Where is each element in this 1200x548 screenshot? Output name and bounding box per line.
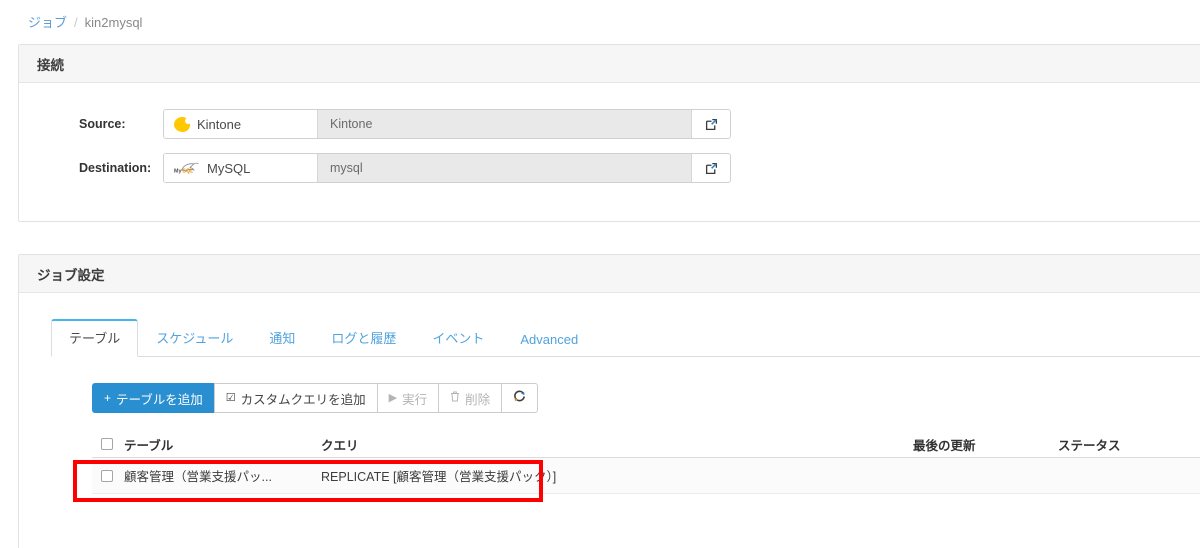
tab-advanced[interactable]: Advanced	[502, 323, 596, 357]
tab-events-label: イベント	[432, 331, 485, 346]
connection-panel-title: 接続	[37, 57, 64, 73]
play-icon: ▶	[388, 391, 398, 404]
page-root: ジョブ / kin2mysql 接続 Source: Kintone Kinto…	[0, 0, 1200, 548]
tables-grid-header: テーブル クエリ 最後の更新 ステータス	[92, 431, 1200, 458]
source-label: Source:	[79, 117, 126, 131]
connection-panel-header: 接続	[19, 45, 1200, 83]
source-connection-value: Kintone	[318, 110, 692, 138]
destination-open-button[interactable]	[692, 154, 730, 182]
refresh-button[interactable]	[501, 383, 539, 413]
tab-notifications-label: 通知	[269, 331, 296, 346]
tab-tables[interactable]: テーブル	[51, 319, 139, 357]
column-header-query[interactable]: クエリ	[321, 435, 913, 454]
job-settings-panel-title: ジョブ設定	[37, 267, 105, 283]
source-open-button[interactable]	[692, 110, 730, 138]
destination-type-selector[interactable]: My SQL MySQL	[164, 154, 318, 182]
svg-text:SQL: SQL	[182, 168, 194, 174]
cell-table-name: 顧客管理（営業支援パッ...	[124, 470, 272, 484]
source-field-group: Kintone Kintone	[163, 109, 731, 139]
source-type-selector[interactable]: Kintone	[164, 110, 318, 138]
job-settings-panel: ジョブ設定 テーブル スケジュール 通知 ログと履歴 イベント Advanced…	[18, 254, 1200, 548]
tab-tables-label: テーブル	[69, 331, 121, 346]
breadcrumb-current-job: kin2mysql	[84, 15, 143, 30]
table-toolbar: + テーブルを追加 ☑ カスタムクエリを追加 ▶ 実行 削除	[92, 383, 539, 413]
external-link-icon	[705, 118, 717, 130]
tab-schedule[interactable]: スケジュール	[138, 319, 251, 357]
tab-logs-history-label: ログと履歴	[331, 331, 397, 346]
destination-label: Destination:	[79, 161, 152, 175]
breadcrumb-separator: /	[74, 15, 78, 30]
tab-advanced-label: Advanced	[520, 332, 579, 347]
column-header-table[interactable]: テーブル	[124, 435, 321, 454]
trash-icon	[450, 391, 460, 405]
source-type-label: Kintone	[197, 116, 242, 132]
table-row[interactable]: 顧客管理（営業支援パッ... REPLICATE [顧客管理（営業支援パック）]	[92, 458, 1200, 494]
external-link-icon	[705, 162, 717, 174]
cell-query: REPLICATE [顧客管理（営業支援パック）]	[321, 470, 557, 484]
delete-button[interactable]: 削除	[438, 383, 502, 413]
tab-notifications[interactable]: 通知	[251, 319, 313, 357]
job-settings-tabs: テーブル スケジュール 通知 ログと履歴 イベント Advanced	[51, 319, 1200, 357]
tab-logs-history[interactable]: ログと履歴	[313, 319, 414, 357]
add-table-button[interactable]: + テーブルを追加	[92, 383, 214, 413]
add-table-button-label: テーブルを追加	[116, 392, 203, 407]
destination-field-group: My SQL MySQL mysql	[163, 153, 731, 183]
delete-button-label: 削除	[465, 392, 491, 407]
destination-type-label: MySQL	[207, 160, 251, 176]
job-settings-panel-body: テーブル スケジュール 通知 ログと履歴 イベント Advanced + テーブ…	[19, 319, 1200, 494]
tab-schedule-label: スケジュール	[156, 331, 234, 346]
column-header-last-updated[interactable]: 最後の更新	[913, 435, 1058, 454]
select-all-cell	[92, 438, 124, 450]
breadcrumb-link-jobs[interactable]: ジョブ	[28, 15, 67, 30]
connection-panel: 接続 Source: Kintone Kintone Destination: …	[18, 44, 1200, 222]
add-custom-query-button-label: カスタムクエリを追加	[240, 392, 366, 407]
row-select-checkbox[interactable]	[101, 469, 113, 482]
job-settings-panel-header: ジョブ設定	[19, 255, 1200, 293]
mysql-dolphin-icon: My SQL	[174, 161, 200, 176]
tab-events[interactable]: イベント	[414, 319, 502, 357]
kintone-logo-icon	[174, 116, 191, 132]
plus-icon: +	[104, 391, 112, 405]
add-custom-query-button[interactable]: ☑ カスタムクエリを追加	[213, 383, 377, 413]
destination-row: Destination: My SQL MySQL mysql	[19, 153, 1200, 183]
tables-grid: テーブル クエリ 最後の更新 ステータス 顧客管理（営業支援パッ... REPL…	[92, 431, 1200, 494]
source-row: Source: Kintone Kintone	[19, 109, 1200, 139]
refresh-icon	[513, 390, 526, 406]
run-button[interactable]: ▶ 実行	[376, 383, 439, 413]
run-button-label: 実行	[402, 392, 428, 407]
edit-square-icon: ☑	[225, 391, 236, 404]
breadcrumb: ジョブ / kin2mysql	[28, 15, 142, 31]
destination-connection-value: mysql	[318, 154, 692, 182]
column-header-status[interactable]: ステータス	[1058, 435, 1198, 454]
select-all-checkbox[interactable]	[101, 438, 113, 450]
row-select-cell	[92, 469, 124, 482]
connection-panel-body: Source: Kintone Kintone Destination: My …	[19, 83, 1200, 183]
svg-text:My: My	[174, 168, 181, 174]
